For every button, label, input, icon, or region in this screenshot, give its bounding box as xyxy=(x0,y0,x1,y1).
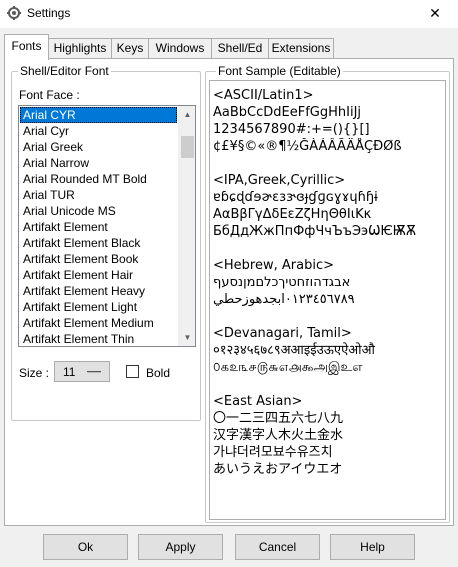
tab-fonts[interactable]: Fonts xyxy=(4,34,49,60)
scroll-thumb[interactable] xyxy=(181,136,194,158)
tab-windows[interactable]: Windows xyxy=(148,38,212,59)
sample-line: ΑαΒβΓγΔδΕεΖζΗηΘθΙιΚκ xyxy=(213,207,372,222)
sample-line: 汉字漢字人木火土金水 xyxy=(213,428,344,443)
close-icon: ✕ xyxy=(429,5,441,21)
cancel-button[interactable]: Cancel xyxy=(235,534,320,560)
sample-blank-line xyxy=(213,308,441,325)
sample-line: אבגדהוזחטיךכלםמןנסעף xyxy=(213,275,351,290)
tab-shell-ed[interactable]: Shell/Ed xyxy=(211,38,269,59)
font-face-listbox[interactable]: Arial CYR Arial Cyr Arial Greek Arial Na… xyxy=(18,105,196,347)
dropdown-icon xyxy=(87,371,101,373)
tab-keys[interactable]: Keys xyxy=(111,38,149,59)
sample-line: AaBbCcDdEeFfGgHhIiJj xyxy=(213,105,362,120)
sample-line: <IPA,Greek,Cyrillic> xyxy=(213,173,346,188)
sample-blank-line xyxy=(213,376,441,393)
sample-line: 가냐더려모뵤수유즈치 xyxy=(213,445,333,460)
list-item[interactable]: Artifakt Element Hair xyxy=(20,267,177,283)
font-list-scrollbar[interactable]: ▲ ▼ xyxy=(178,106,195,346)
help-button[interactable]: Help xyxy=(330,534,415,560)
scroll-up-icon[interactable]: ▲ xyxy=(179,106,195,123)
sample-line: ٠١٢٣٤٥٦٧٨٩ابجدهوزحطي xyxy=(213,292,355,307)
font-sample-legend: Font Sample (Editable) xyxy=(216,64,343,78)
sample-line: ௦௧௨௩௪௫௬௭௮௯அஇஉஎ xyxy=(213,360,363,375)
apply-button[interactable]: Apply xyxy=(138,534,223,560)
list-item[interactable]: Arial Greek xyxy=(20,139,177,155)
sample-blank-line xyxy=(213,155,441,172)
sample-line: <Devanagari, Tamil> xyxy=(213,326,352,341)
sample-line: ɐɓɕɖɗɘɚɛɜɝɞɟɠɡɢɣɤɥɦɧɨ xyxy=(213,190,378,205)
sample-blank-line xyxy=(213,240,441,257)
size-dropdown[interactable]: 11 xyxy=(54,361,110,382)
font-sample-textarea[interactable]: <ASCII/Latin1> AaBbCcDdEeFfGgHhIiJj 1234… xyxy=(209,80,446,520)
font-list: Arial CYR Arial Cyr Arial Greek Arial Na… xyxy=(20,107,177,346)
window-title: Settings xyxy=(27,6,71,20)
sample-line: ०१२३४५६७८९अआइईउऊएऐओऔ xyxy=(213,343,375,358)
fonts-panel: Shell/Editor Font Font Face : Arial CYR … xyxy=(4,58,454,526)
list-item[interactable]: Arial Rounded MT Bold xyxy=(20,171,177,187)
shell-editor-font-group: Shell/Editor Font Font Face : Arial CYR … xyxy=(11,64,201,421)
list-item[interactable]: Artifakt Element Thin xyxy=(20,331,177,346)
font-face-label: Font Face : xyxy=(19,88,80,102)
sample-line: БбДдЖжПпФфЧчЪъЭэѠѤѬѪ xyxy=(213,224,417,239)
list-item[interactable]: Arial TUR xyxy=(20,187,177,203)
sample-line: 1234567890#:+=(){}[] xyxy=(213,122,370,137)
bold-checkbox[interactable] xyxy=(126,365,139,378)
gear-icon xyxy=(7,6,21,20)
dialog-button-bar: Ok Apply Cancel Help xyxy=(0,527,458,567)
close-button[interactable]: ✕ xyxy=(412,0,458,28)
tab-highlights[interactable]: Highlights xyxy=(48,38,112,59)
list-item[interactable]: Artifakt Element Medium xyxy=(20,315,177,331)
list-item[interactable]: Artifakt Element Heavy xyxy=(20,283,177,299)
size-label: Size : xyxy=(19,366,50,380)
list-item[interactable]: Artifakt Element Book xyxy=(20,251,177,267)
shell-editor-font-legend: Shell/Editor Font xyxy=(18,64,111,78)
list-item[interactable]: Arial Cyr xyxy=(20,123,177,139)
list-item[interactable]: Arial Narrow xyxy=(20,155,177,171)
tab-extensions[interactable]: Extensions xyxy=(268,38,334,59)
scroll-down-icon[interactable]: ▼ xyxy=(179,329,195,346)
sample-line: <Hebrew, Arabic> xyxy=(213,258,334,273)
list-item[interactable]: Arial Unicode MS xyxy=(20,203,177,219)
ok-button[interactable]: Ok xyxy=(43,534,128,560)
list-item[interactable]: Artifakt Element Light xyxy=(20,299,177,315)
font-sample-group: Font Sample (Editable) <ASCII/Latin1> Aa… xyxy=(205,64,450,523)
sample-line: あいうえおアイウエオ xyxy=(213,462,343,477)
sample-line: <ASCII/Latin1> xyxy=(213,88,314,103)
list-item[interactable]: Arial CYR xyxy=(20,107,177,123)
sample-line: 〇一二三四五六七八九 xyxy=(213,411,344,426)
size-value: 11 xyxy=(63,365,76,379)
list-item[interactable]: Artifakt Element xyxy=(20,219,177,235)
title-bar: Settings ✕ xyxy=(0,0,458,28)
bold-label: Bold xyxy=(146,366,171,380)
sample-line: ¢£¥§©«®¶½ĞÀÁÂÃÄÅÇĐØß xyxy=(213,139,402,154)
sample-line: <East Asian> xyxy=(213,394,303,409)
list-item[interactable]: Artifakt Element Black xyxy=(20,235,177,251)
